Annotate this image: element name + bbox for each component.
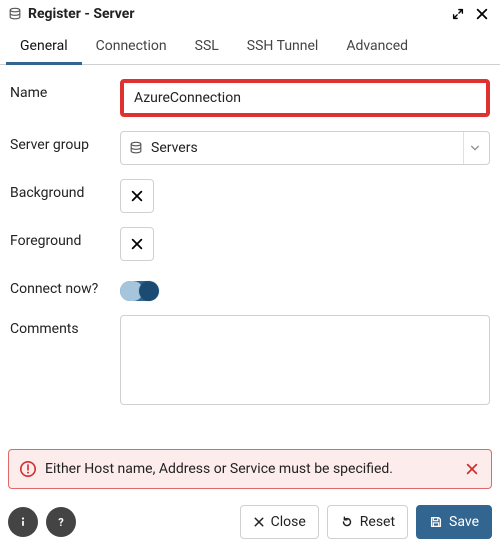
row-connect-now: Connect now? xyxy=(10,275,490,301)
titlebar: Register - Server xyxy=(0,0,500,28)
footer: ? Close Reset Save xyxy=(0,499,500,549)
server-group-label: Server group xyxy=(10,131,120,153)
row-comments: Comments xyxy=(10,315,490,409)
name-label: Name xyxy=(10,79,120,101)
close-label: Close xyxy=(271,514,306,530)
info-button[interactable] xyxy=(8,507,38,537)
tab-advanced[interactable]: Advanced xyxy=(332,28,422,65)
window-title: Register - Server xyxy=(28,6,442,22)
info-icon xyxy=(16,515,30,529)
connect-now-label: Connect now? xyxy=(10,275,120,297)
db-icon xyxy=(129,141,143,155)
alert-close-button[interactable] xyxy=(463,460,481,478)
toggle-knob xyxy=(139,281,159,301)
x-icon xyxy=(130,189,144,203)
x-icon xyxy=(465,462,479,476)
row-name: Name xyxy=(10,79,490,117)
server-group-select[interactable]: Servers xyxy=(120,131,490,165)
row-background: Background xyxy=(10,179,490,213)
tab-connection[interactable]: Connection xyxy=(82,28,181,65)
close-window-button[interactable] xyxy=(474,6,490,22)
name-input[interactable] xyxy=(120,79,490,117)
alert-circle-icon xyxy=(19,460,37,478)
question-icon: ? xyxy=(53,514,69,530)
x-icon xyxy=(130,237,144,251)
connect-now-toggle[interactable] xyxy=(120,281,158,301)
row-server-group: Server group Servers xyxy=(10,131,490,165)
tab-ssh-tunnel[interactable]: SSH Tunnel xyxy=(233,28,333,65)
background-label: Background xyxy=(10,179,120,201)
svg-text:?: ? xyxy=(58,516,64,529)
error-alert: Either Host name, Address or Service mus… xyxy=(8,449,492,489)
x-icon xyxy=(253,516,265,528)
row-foreground: Foreground xyxy=(10,227,490,261)
comments-label: Comments xyxy=(10,315,120,337)
foreground-clear-button[interactable] xyxy=(120,227,154,261)
comments-input[interactable] xyxy=(120,315,490,405)
tab-ssl[interactable]: SSL xyxy=(181,28,233,65)
form: Name Server group Servers Background xyxy=(0,65,500,449)
expand-button[interactable] xyxy=(450,6,466,22)
alert-message: Either Host name, Address or Service mus… xyxy=(45,461,463,477)
help-button[interactable]: ? xyxy=(46,507,76,537)
tabs: General Connection SSL SSH Tunnel Advanc… xyxy=(0,28,500,65)
save-label: Save xyxy=(449,514,479,530)
chevron-down-icon xyxy=(463,132,485,164)
tab-general[interactable]: General xyxy=(6,28,82,65)
background-clear-button[interactable] xyxy=(120,179,154,213)
save-button[interactable]: Save xyxy=(416,505,492,539)
foreground-label: Foreground xyxy=(10,227,120,249)
server-group-value: Servers xyxy=(151,140,463,156)
db-icon xyxy=(8,7,22,21)
save-icon xyxy=(429,515,443,529)
reset-button[interactable]: Reset xyxy=(327,505,408,539)
close-button[interactable]: Close xyxy=(240,505,319,539)
reset-label: Reset xyxy=(360,514,395,530)
reset-icon xyxy=(340,515,354,529)
